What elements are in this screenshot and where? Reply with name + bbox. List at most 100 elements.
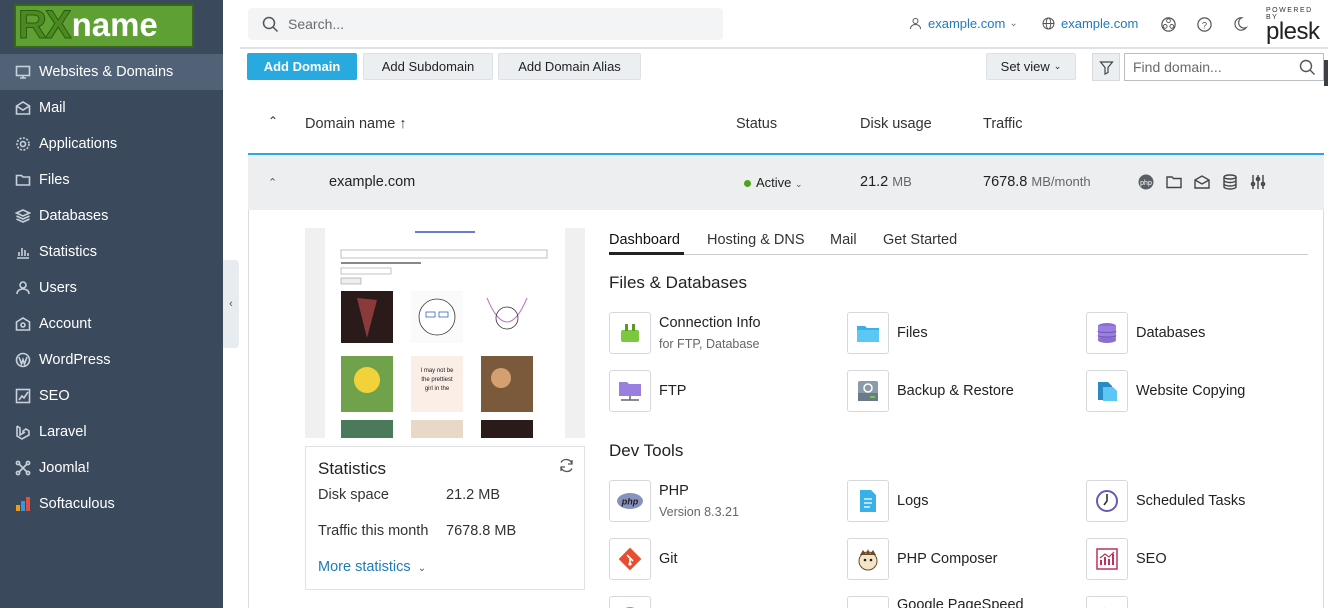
- account-icon: [15, 316, 31, 332]
- help-icon[interactable]: ?: [1195, 15, 1213, 33]
- column-status[interactable]: Status: [736, 116, 777, 132]
- sidebar-item-joomla[interactable]: Joomla!: [0, 450, 223, 486]
- chevron-up-icon[interactable]: ⌃: [268, 176, 277, 189]
- backup-restore-icon[interactable]: [847, 370, 889, 412]
- sidebar-item-users[interactable]: Users: [0, 270, 223, 306]
- filter-button[interactable]: [1092, 53, 1120, 81]
- sidebar-item-softaculous[interactable]: Softaculous: [0, 486, 223, 522]
- sidebar-item-account[interactable]: Account: [0, 306, 223, 342]
- disk-space-label: Disk space: [318, 487, 389, 503]
- search-icon[interactable]: [1299, 59, 1316, 76]
- chevron-down-icon: ⌄: [795, 179, 803, 189]
- tool-tile-partial[interactable]: [609, 596, 651, 608]
- seo-icon[interactable]: [1086, 538, 1128, 580]
- find-domain-field[interactable]: [1124, 53, 1324, 81]
- column-traffic[interactable]: Traffic: [983, 116, 1022, 132]
- brand-logo[interactable]: RX name: [14, 2, 194, 48]
- scheduled-tasks-link[interactable]: Scheduled Tasks: [1136, 493, 1245, 509]
- chevron-left-icon: ‹: [229, 298, 233, 310]
- git-link[interactable]: Git: [659, 551, 678, 567]
- column-disk-usage[interactable]: Disk usage: [860, 116, 932, 132]
- files-icon[interactable]: [847, 312, 889, 354]
- tab-mail[interactable]: Mail: [830, 232, 857, 248]
- sidebar-item-label: Users: [39, 280, 77, 296]
- ftp-icon[interactable]: [609, 370, 651, 412]
- php-icon[interactable]: php: [1137, 173, 1155, 191]
- connection-info-link[interactable]: Connection Info: [659, 315, 761, 331]
- sidebar-item-files[interactable]: Files: [0, 162, 223, 198]
- sidebar-item-websites-domains[interactable]: Websites & Domains: [0, 54, 223, 90]
- disk-space-value: 21.2 MB: [446, 487, 500, 503]
- connection-info-icon[interactable]: [609, 312, 651, 354]
- php-version: Version 8.3.21: [659, 505, 739, 519]
- domain-name-link[interactable]: example.com: [329, 174, 415, 190]
- database-icon[interactable]: [1221, 173, 1239, 191]
- add-domain-button[interactable]: Add Domain: [247, 53, 357, 80]
- logs-link[interactable]: Logs: [897, 493, 928, 509]
- global-search[interactable]: [248, 8, 723, 40]
- tab-dashboard[interactable]: Dashboard: [609, 232, 680, 248]
- search-icon: [262, 16, 279, 32]
- sidebar-item-laravel[interactable]: Laravel: [0, 414, 223, 450]
- sidebar-item-seo[interactable]: SEO: [0, 378, 223, 414]
- website-preview[interactable]: I may not be the prettiest girl in the: [305, 228, 585, 438]
- php-link[interactable]: PHP: [659, 483, 689, 499]
- status-badge[interactable]: Active ⌄: [744, 175, 803, 190]
- php-icon[interactable]: php: [609, 480, 651, 522]
- seo-link[interactable]: SEO: [1136, 551, 1167, 567]
- more-statistics-link[interactable]: More statistics ⌄: [318, 559, 426, 575]
- sidebar-item-statistics[interactable]: Statistics: [0, 234, 223, 270]
- subscription-label: example.com: [1061, 16, 1139, 31]
- tab-hosting-dns[interactable]: Hosting & DNS: [707, 232, 805, 248]
- column-domain-name[interactable]: Domain name ↑: [305, 116, 407, 132]
- sidebar-item-wordpress[interactable]: WordPress: [0, 342, 223, 378]
- logs-icon[interactable]: [847, 480, 889, 522]
- logo-name: name: [71, 6, 158, 43]
- tool-tile-partial[interactable]: [1086, 596, 1128, 608]
- more-statistics-label: More statistics: [318, 559, 411, 575]
- sidebar-item-applications[interactable]: Applications: [0, 126, 223, 162]
- subscription-link[interactable]: example.com: [1042, 16, 1138, 31]
- refresh-icon[interactable]: [558, 457, 575, 479]
- add-domain-alias-button[interactable]: Add Domain Alias: [498, 53, 641, 80]
- backup-restore-link[interactable]: Backup & Restore: [897, 383, 1014, 399]
- set-view-button[interactable]: Set view ⌄: [986, 53, 1076, 80]
- monitor-icon: [15, 64, 31, 80]
- settings-sliders-icon[interactable]: [1249, 173, 1267, 191]
- sidebar-item-databases[interactable]: Databases: [0, 198, 223, 234]
- sidebar-item-mail[interactable]: Mail: [0, 90, 223, 126]
- website-copying-icon[interactable]: [1086, 370, 1128, 412]
- databases-icon[interactable]: [1086, 312, 1128, 354]
- website-copying-link[interactable]: Website Copying: [1136, 383, 1245, 399]
- php-composer-link[interactable]: PHP Composer: [897, 551, 997, 567]
- ftp-link[interactable]: FTP: [659, 383, 686, 399]
- add-subdomain-button[interactable]: Add Subdomain: [363, 53, 493, 80]
- svg-text:php: php: [621, 497, 639, 507]
- svg-text:?: ?: [1201, 20, 1206, 31]
- dark-mode-icon[interactable]: [1231, 15, 1249, 33]
- collapse-all-icon[interactable]: ⌃: [268, 114, 278, 128]
- pagespeed-link[interactable]: Google PageSpeed: [897, 597, 1024, 608]
- scrollbar-thumb[interactable]: [1324, 60, 1328, 86]
- softaculous-icon: [15, 496, 31, 512]
- files-link[interactable]: Files: [897, 325, 928, 341]
- find-domain-input[interactable]: [1133, 59, 1293, 75]
- extensions-icon[interactable]: [1159, 15, 1177, 33]
- mail-icon[interactable]: [1193, 173, 1211, 191]
- collapse-sidebar-button[interactable]: ‹: [223, 260, 239, 348]
- user-menu[interactable]: example.com ⌄: [909, 16, 1018, 31]
- tab-get-started[interactable]: Get Started: [883, 232, 957, 248]
- tabs-divider: [609, 254, 1308, 255]
- active-tab-indicator: [609, 252, 684, 255]
- php-composer-icon[interactable]: [847, 538, 889, 580]
- git-icon[interactable]: [609, 538, 651, 580]
- plesk-wordmark: plesk: [1266, 18, 1320, 45]
- sidebar-item-label: WordPress: [39, 352, 111, 368]
- svg-text:the prettiest: the prettiest: [421, 377, 453, 383]
- scheduled-tasks-icon[interactable]: [1086, 480, 1128, 522]
- search-input[interactable]: [288, 16, 688, 32]
- filter-icon: [1098, 60, 1114, 75]
- folder-icon[interactable]: [1165, 173, 1183, 191]
- pagespeed-icon[interactable]: [847, 596, 889, 608]
- databases-link[interactable]: Databases: [1136, 325, 1205, 341]
